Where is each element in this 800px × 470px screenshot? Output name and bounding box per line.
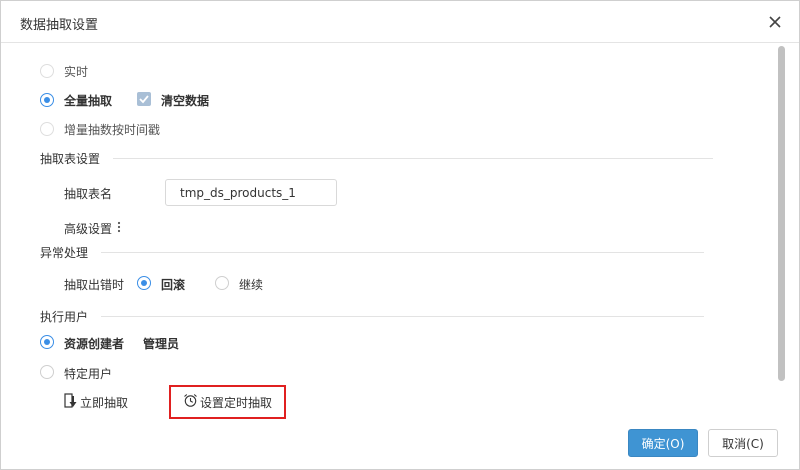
dialog-title: 数据抽取设置	[20, 18, 99, 33]
radio-rollback[interactable]	[137, 276, 151, 290]
advanced-settings-label[interactable]: 高级设置	[64, 220, 112, 237]
radio-specific-user[interactable]	[40, 365, 54, 379]
specific-user-label: 特定用户	[64, 367, 113, 381]
creator-value: 管理员	[143, 337, 180, 351]
realtime-label: 实时	[64, 65, 89, 79]
section-title-error-handling: 异常处理	[40, 246, 89, 260]
on-error-label: 抽取出错时	[64, 278, 125, 292]
clear-data-label: 清空数据	[161, 94, 210, 108]
confirm-button[interactable]: 确定(O)	[628, 429, 698, 457]
radio-full-extract[interactable]	[40, 93, 54, 107]
data-extract-settings-dialog: 数据抽取设置 实时 全量抽取 清空数据 增量抽数按时间戳 抽取表设置 抽取表名 …	[0, 0, 800, 470]
section-divider	[113, 158, 713, 159]
checkmark-icon	[139, 95, 149, 104]
radio-continue[interactable]	[215, 276, 229, 290]
table-name-label: 抽取表名	[64, 187, 113, 201]
extract-now-button[interactable]: 立即抽取	[64, 393, 128, 412]
section-title-table-settings: 抽取表设置	[40, 152, 101, 166]
resource-creator-label: 资源创建者	[64, 337, 125, 351]
cancel-button[interactable]: 取消(C)	[708, 429, 778, 457]
radio-realtime[interactable]	[40, 64, 54, 78]
section-divider	[101, 316, 704, 317]
continue-label: 继续	[239, 278, 264, 292]
highlight-annotation-box	[169, 385, 286, 419]
download-icon	[64, 393, 78, 412]
rollback-label: 回滚	[161, 278, 186, 292]
radio-resource-creator[interactable]	[40, 335, 54, 349]
dialog-title-bar: 数据抽取设置	[1, 1, 799, 43]
section-title-exec-user: 执行用户	[40, 310, 89, 324]
full-extract-label: 全量抽取	[64, 94, 113, 108]
scrollbar-thumb[interactable]	[778, 46, 785, 381]
close-icon	[769, 16, 781, 28]
radio-incremental[interactable]	[40, 122, 54, 136]
close-button[interactable]	[765, 12, 785, 32]
table-name-input[interactable]	[165, 179, 337, 206]
section-divider	[101, 252, 704, 253]
clear-data-checkbox[interactable]	[137, 92, 151, 106]
extract-now-label: 立即抽取	[80, 396, 129, 410]
more-vertical-icon[interactable]	[116, 220, 122, 234]
incremental-label: 增量抽数按时间戳	[64, 123, 161, 137]
